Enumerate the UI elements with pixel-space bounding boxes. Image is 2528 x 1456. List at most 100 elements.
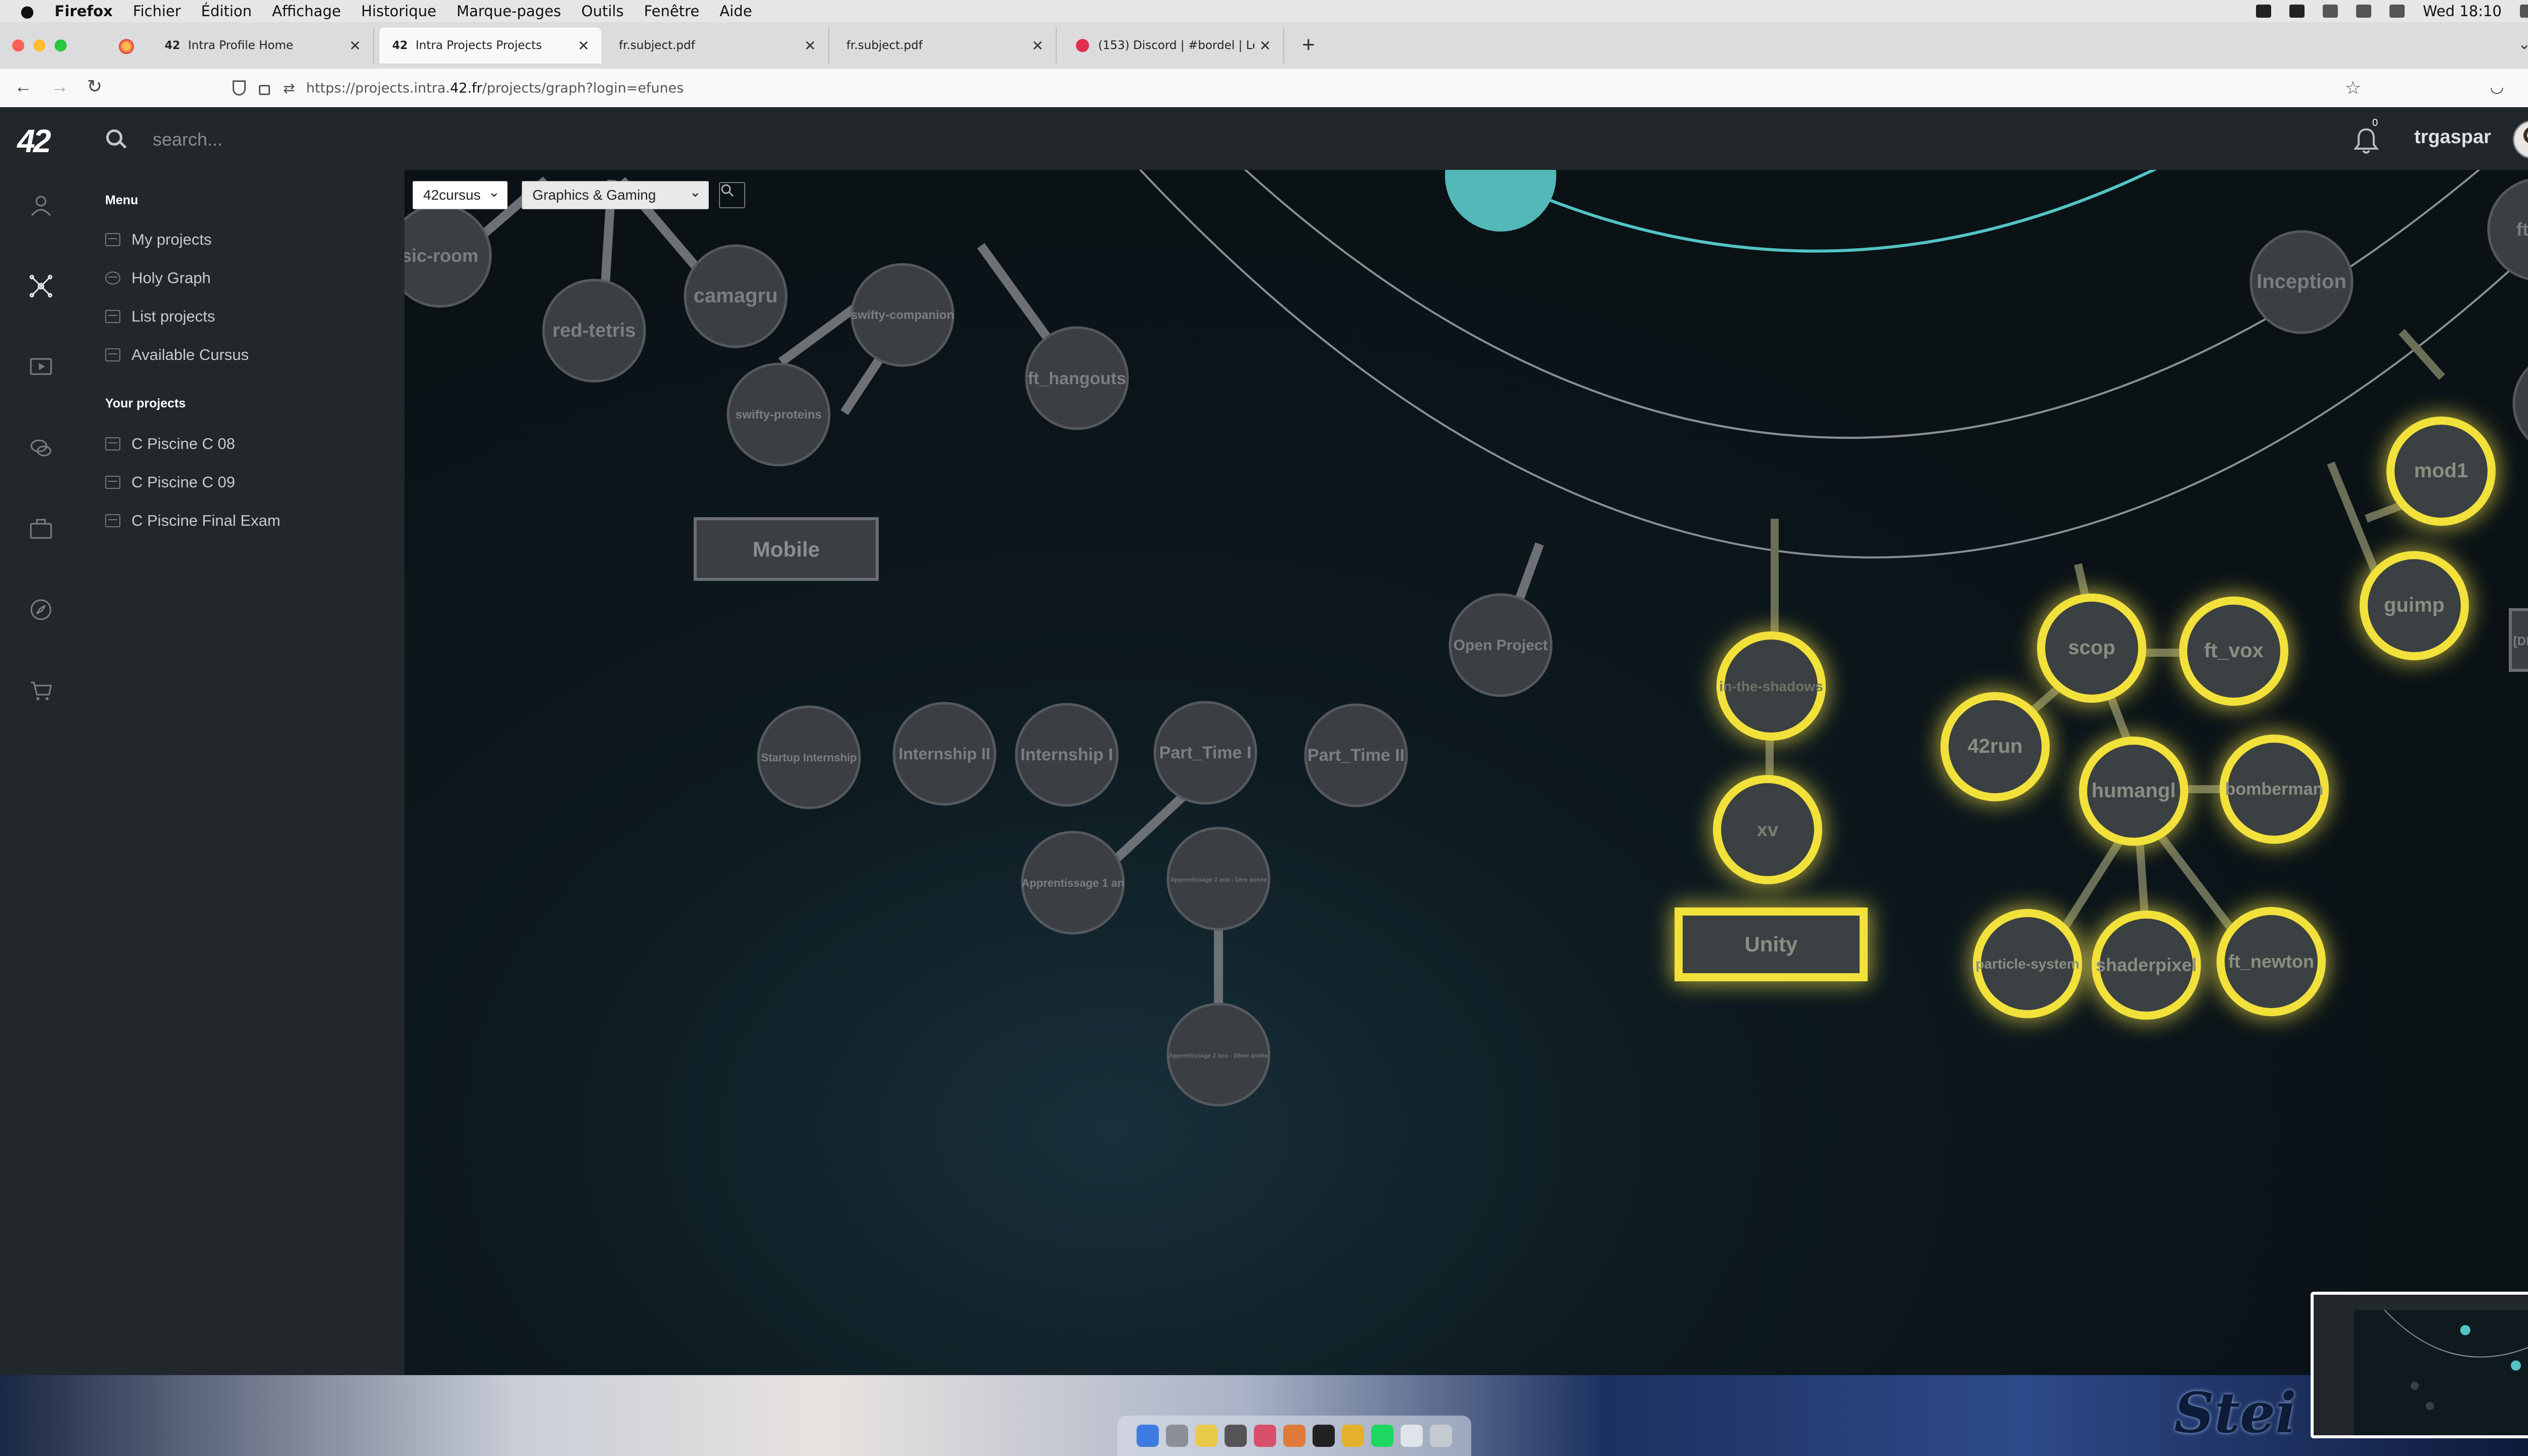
menu-aide[interactable]: Aide (719, 3, 752, 20)
project-node-ft-hangouts[interactable]: ft_hangouts (1025, 326, 1129, 430)
permissions-icon[interactable]: ⇄ (283, 80, 295, 97)
project-node-xv[interactable]: xv (1713, 775, 1822, 884)
finder-icon[interactable] (1137, 1425, 1159, 1447)
sidebar-item-list-projects[interactable]: List projects (105, 307, 215, 326)
forum-chat-icon[interactable] (28, 435, 54, 461)
back-arrow-icon[interactable]: ← (14, 76, 32, 97)
lock-icon[interactable] (259, 85, 270, 95)
project-node-red-tetris[interactable]: red-tetris (542, 279, 646, 383)
sidebar-project-c-piscine-final-exam[interactable]: C Piscine Final Exam (105, 512, 281, 530)
project-node-bomberman[interactable]: bomberman (2220, 735, 2329, 844)
project-node-apprentissage-2ans-b[interactable]: Apprentissage 2 ans - 2ème année (1166, 1003, 1271, 1107)
reload-icon[interactable]: ↻ (87, 76, 102, 97)
sidebar-project-c-piscine-c08[interactable]: C Piscine C 08 (105, 435, 235, 453)
document-icon[interactable] (1401, 1425, 1423, 1447)
project-node-scop[interactable]: scop (2037, 594, 2146, 703)
apple-menu-icon[interactable]: ● (20, 2, 34, 21)
maximize-window-button[interactable] (55, 39, 67, 52)
spotify-icon[interactable] (1371, 1425, 1393, 1447)
menu-marque-pages[interactable]: Marque-pages (457, 3, 561, 20)
url-text[interactable]: https://projects.intra.42.fr/projects/gr… (306, 80, 684, 96)
project-node-ft-tra[interactable]: ft_tra (2487, 178, 2528, 281)
menu-fenetre[interactable]: Fenêtre (644, 3, 700, 20)
tab-intra-profile[interactable]: 42 Intra Profile Home ✕ (152, 27, 374, 64)
tab-subject-pdf-1[interactable]: fr.subject.pdf ✕ (607, 27, 829, 64)
project-node-ft-newton[interactable]: ft_newton (2217, 907, 2326, 1016)
system-prefs-icon[interactable] (1225, 1425, 1247, 1447)
cursus-select[interactable]: 42cursus (413, 181, 508, 209)
graph-search-button[interactable] (719, 182, 745, 208)
search-icon[interactable] (106, 129, 122, 146)
shop-cart-icon[interactable] (28, 677, 54, 704)
project-node-apprentissage-1an[interactable]: Apprentissage 1 an (1021, 831, 1125, 935)
menu-historique[interactable]: Historique (361, 3, 436, 20)
avatar[interactable] (2513, 120, 2528, 159)
tab-intra-projects[interactable]: 42 Intra Projects Projects ✕ (379, 27, 602, 64)
project-node-mobile[interactable]: Mobile (694, 517, 879, 581)
project-node-guimp[interactable]: guimp (2360, 551, 2469, 660)
status-text-icon[interactable] (2289, 5, 2305, 18)
project-node-apprentissage-2ans[interactable]: Apprentissage 2 ans - 1ère année (1166, 827, 1271, 931)
compass-icon[interactable] (28, 597, 54, 623)
project-node-shaderpixel[interactable]: shaderpixel (2092, 911, 2201, 1020)
terminal-icon[interactable] (1313, 1425, 1335, 1447)
sidebar-item-my-projects[interactable]: My projects (105, 231, 211, 249)
bookmark-star-icon[interactable]: ☆ (2345, 77, 2361, 99)
project-node-particle-system[interactable]: particle-system (1973, 909, 2082, 1018)
forward-arrow-icon[interactable]: → (51, 76, 69, 97)
spotlight-icon[interactable] (2520, 5, 2528, 18)
project-node-swifty-proteins[interactable]: swifty-proteins (727, 362, 831, 467)
menu-edition[interactable]: Édition (201, 3, 252, 20)
project-node-humangl[interactable]: humangl (2079, 737, 2188, 846)
screenshot-preview-thumbnail[interactable] (2311, 1292, 2528, 1438)
status-app-icon[interactable] (2255, 5, 2271, 18)
project-node-42run[interactable]: 42run (1940, 692, 2050, 801)
bluetooth-icon[interactable] (2322, 5, 2338, 18)
category-select[interactable]: Graphics & Gaming (522, 181, 709, 209)
project-node-camagru[interactable]: camagru (684, 244, 788, 348)
sidebar-project-c-piscine-c09[interactable]: C Piscine C 09 (105, 473, 235, 491)
sublime-icon[interactable] (1283, 1425, 1305, 1447)
logo-42[interactable]: 42 (17, 122, 51, 160)
tab-close-icon[interactable]: ✕ (1032, 37, 1044, 54)
chrome-icon[interactable] (1342, 1425, 1364, 1447)
project-node-ft-vox[interactable]: ft_vox (2179, 597, 2288, 706)
tab-subject-pdf-2[interactable]: fr.subject.pdf ✕ (834, 27, 1057, 64)
clock[interactable]: Wed 18:10 (2423, 3, 2502, 20)
tracking-shield-icon[interactable] (233, 80, 246, 96)
elearning-icon[interactable] (28, 354, 54, 380)
holy-graph-svg[interactable]: sic-room red-tetris camagru swifty-compa… (404, 170, 2528, 1375)
trash-icon[interactable] (1430, 1425, 1452, 1447)
project-node-deprecated[interactable]: [DEPRECAT (2509, 608, 2528, 672)
minimize-window-button[interactable] (33, 39, 46, 52)
menu-fichier[interactable]: Fichier (133, 3, 181, 20)
project-node-swifty-companion[interactable]: swifty-companion (850, 263, 955, 367)
project-node-internship-i[interactable]: Internship I (1015, 703, 1119, 807)
menu-outils[interactable]: Outils (581, 3, 624, 20)
project-node-part-time-ii[interactable]: Part_Time II (1304, 703, 1408, 807)
notification-bell-icon[interactable] (2354, 126, 2379, 155)
search-input[interactable] (152, 126, 609, 153)
url-bar[interactable]: ⇄ https://projects.intra.42.fr/projects/… (233, 74, 2361, 102)
pocket-icon[interactable]: ◡ (2490, 77, 2504, 96)
companies-briefcase-icon[interactable] (28, 516, 54, 542)
menu-app-name[interactable]: Firefox (55, 3, 113, 20)
project-node-in-the-shadows[interactable]: in-the-shadows (1717, 631, 1826, 741)
sidebar-item-available-cursus[interactable]: Available Cursus (105, 346, 249, 364)
project-node-startup-internship[interactable]: Startup Internship (757, 705, 861, 809)
close-window-button[interactable] (12, 39, 24, 52)
new-tab-button[interactable]: + (1302, 32, 1315, 58)
project-node-unity[interactable]: Unity (1675, 907, 1868, 981)
firefox-dock-icon[interactable] (1254, 1425, 1276, 1447)
project-node-sic-room[interactable]: sic-room (404, 204, 492, 308)
tab-discord[interactable]: (153) Discord | #bordel | Le Par ✕ (1062, 27, 1284, 64)
notes-icon[interactable] (1195, 1425, 1217, 1447)
project-node-internship-ii[interactable]: Internship II (892, 702, 997, 806)
tab-list-chevron-icon[interactable]: ⌄ (2518, 35, 2528, 53)
holy-graph-icon[interactable] (28, 273, 54, 299)
project-node-open-project[interactable]: Open Project (1449, 593, 1553, 697)
tab-close-icon[interactable]: ✕ (578, 37, 590, 54)
project-node-inception[interactable]: Inception (2249, 230, 2354, 334)
sidebar-item-holy-graph[interactable]: Holy Graph (105, 269, 211, 287)
project-node-part-time-i[interactable]: Part_Time I (1153, 701, 1257, 805)
